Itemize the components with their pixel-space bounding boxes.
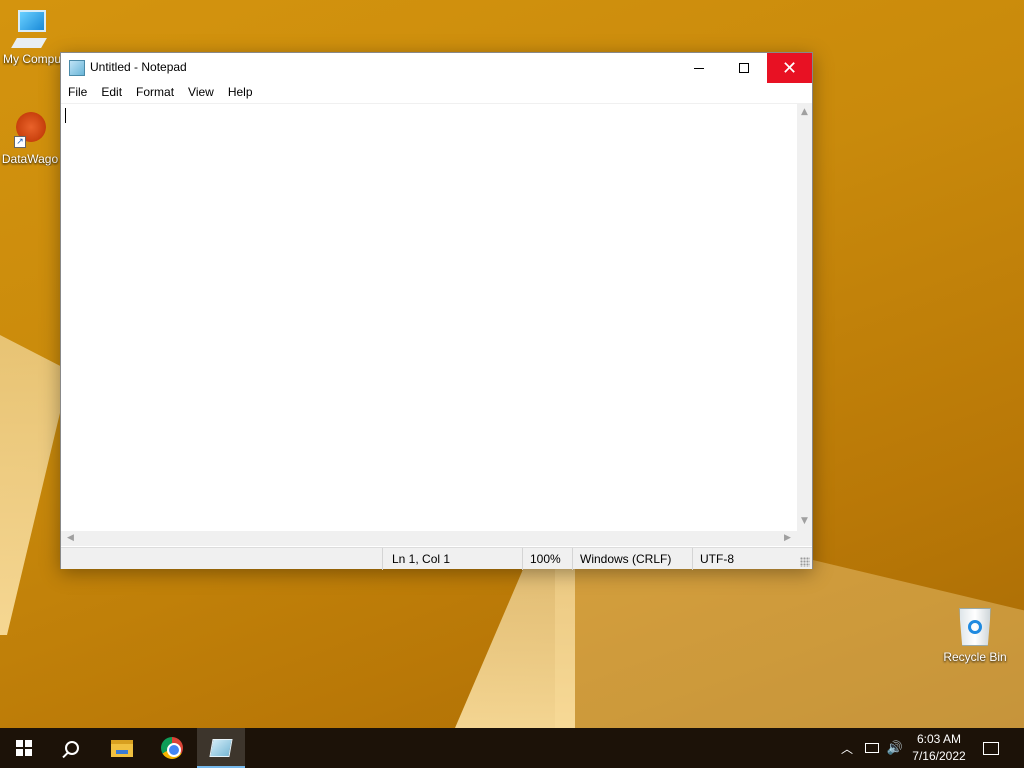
clock-date: 7/16/2022 [912, 749, 966, 763]
scroll-left-icon[interactable]: ◀ [63, 531, 78, 546]
scrollbar-corner [797, 531, 812, 546]
horizontal-scrollbar[interactable]: ◀ ▶ [61, 531, 797, 546]
datawagon-icon: ↗ [10, 110, 50, 150]
taskbar: ︿ 🔊 6:03 AM 7/16/2022 [0, 728, 1024, 768]
vertical-scrollbar[interactable]: ▲ ▼ [797, 103, 812, 531]
taskbar-notepad[interactable] [197, 728, 245, 768]
computer-icon [11, 10, 50, 50]
taskbar-chrome[interactable] [148, 728, 196, 768]
scroll-up-icon[interactable]: ▲ [797, 105, 812, 120]
recycle-bin-icon [955, 604, 995, 648]
desktop-icon-my-computer[interactable]: My Compu [2, 10, 62, 66]
volume-button[interactable]: 🔊 [884, 728, 906, 768]
scroll-down-icon[interactable]: ▼ [797, 514, 812, 529]
search-icon [65, 741, 79, 755]
desktop-icon-label: Recycle Bin [943, 650, 1007, 664]
text-editor-area[interactable] [61, 103, 797, 531]
folder-icon [111, 739, 133, 757]
menu-bar: File Edit Format View Help [61, 83, 812, 103]
volume-icon: 🔊 [886, 740, 904, 756]
menu-help[interactable]: Help [221, 83, 260, 103]
desktop-icon-datawagon[interactable]: ↗ DataWago [0, 110, 60, 166]
network-button[interactable] [862, 728, 882, 768]
taskbar-file-explorer[interactable] [98, 728, 146, 768]
window-title: Untitled - Notepad [90, 60, 187, 74]
desktop-icon-label: DataWago [1, 152, 59, 166]
minimize-button[interactable] [676, 53, 721, 83]
status-zoom: 100% [522, 548, 572, 570]
show-hidden-icons-button[interactable]: ︿ [838, 728, 856, 768]
text-caret [65, 108, 66, 123]
notepad-app-icon [69, 60, 85, 76]
close-icon: ✕ [781, 57, 798, 79]
maximize-icon [738, 63, 749, 73]
windows-logo-icon [16, 740, 32, 756]
notification-icon [983, 741, 999, 755]
menu-view[interactable]: View [181, 83, 221, 103]
status-cursor-position: Ln 1, Col 1 [382, 548, 522, 570]
status-line-ending: Windows (CRLF) [572, 548, 692, 570]
minimize-icon [693, 67, 704, 69]
close-button[interactable]: ✕ [767, 53, 812, 83]
clock-time: 6:03 AM [916, 732, 962, 746]
search-button[interactable] [48, 728, 96, 768]
action-center-button[interactable] [978, 728, 1004, 768]
resize-grip-icon[interactable] [800, 557, 810, 567]
scroll-right-icon[interactable]: ▶ [780, 531, 795, 546]
notepad-window: Untitled - Notepad ✕ File Edit Format Vi… [60, 52, 813, 570]
title-bar[interactable]: Untitled - Notepad ✕ [61, 53, 812, 83]
chevron-up-icon: ︿ [840, 741, 853, 756]
menu-edit[interactable]: Edit [94, 83, 129, 103]
notepad-icon [209, 739, 233, 757]
maximize-button[interactable] [721, 53, 766, 83]
taskbar-clock[interactable]: 6:03 AM 7/16/2022 [908, 731, 970, 765]
desktop-icon-recycle-bin[interactable]: Recycle Bin [940, 604, 1010, 664]
menu-format[interactable]: Format [129, 83, 181, 103]
status-bar: Ln 1, Col 1 100% Windows (CRLF) UTF-8 [61, 547, 812, 570]
start-button[interactable] [0, 728, 48, 768]
desktop-icon-label: My Compu [2, 52, 61, 66]
chrome-icon [161, 737, 183, 759]
status-encoding: UTF-8 [692, 548, 812, 570]
menu-file[interactable]: File [61, 83, 94, 103]
network-icon [865, 743, 879, 753]
